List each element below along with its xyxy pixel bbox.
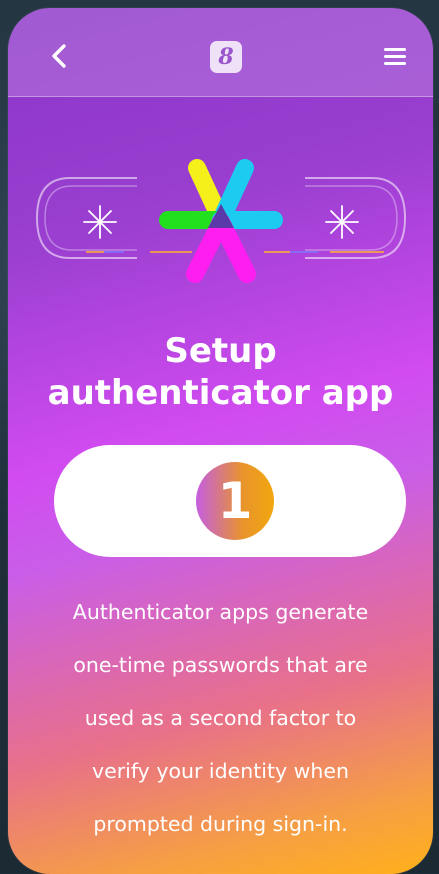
description-line: used as a second factor to — [84, 706, 357, 730]
step-indicator: 1 — [54, 445, 406, 557]
right-asterisk-icon — [325, 205, 359, 239]
top-navigation-bar: 8 — [8, 8, 433, 97]
description-line: verify your identity when — [91, 759, 350, 783]
title-line-2: authenticator app — [47, 373, 394, 413]
phone-screen: 8 Setup authenticator app 1 Authenticato… — [8, 8, 433, 874]
authenticator-illustration — [35, 159, 407, 283]
page-title: Setup authenticator app — [8, 330, 433, 414]
back-button[interactable] — [44, 40, 76, 72]
description-line: Authenticator apps generate — [72, 600, 369, 624]
authenticator-logo-icon — [159, 159, 283, 283]
description-line: prompted during sign-in. — [93, 812, 348, 836]
chevron-left-icon — [52, 44, 66, 68]
left-asterisk-icon — [83, 205, 117, 239]
step-number-badge: 1 — [196, 462, 274, 540]
description-text: Authenticator apps generate one-time pas… — [30, 586, 411, 851]
hamburger-menu-icon — [380, 48, 410, 65]
app-logo[interactable]: 8 — [210, 41, 242, 73]
title-line-1: Setup — [164, 331, 277, 371]
description-line: one-time passwords that are — [73, 653, 368, 677]
menu-button[interactable] — [380, 44, 410, 70]
